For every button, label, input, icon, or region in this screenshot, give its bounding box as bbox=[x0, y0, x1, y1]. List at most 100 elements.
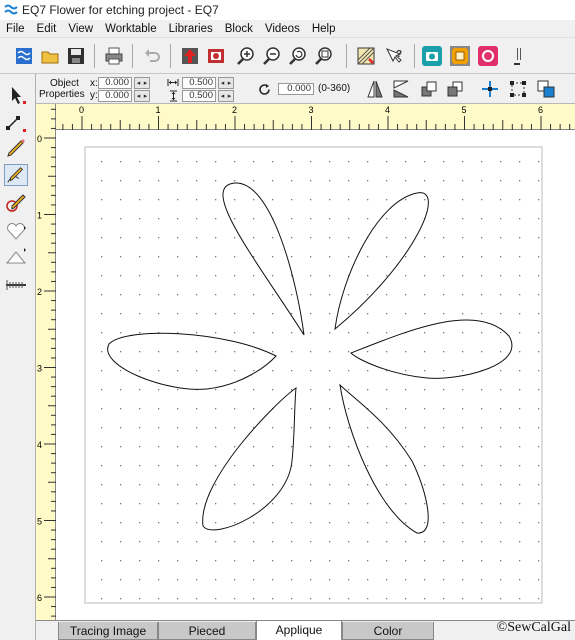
menu-videos[interactable]: Videos bbox=[259, 23, 306, 35]
clone-icon[interactable] bbox=[536, 79, 556, 99]
height-field[interactable]: 0.500 bbox=[182, 90, 216, 102]
height-spinner[interactable]: ◂ ▸ bbox=[218, 90, 234, 102]
grid-dot bbox=[367, 598, 369, 600]
heart-shape-icon[interactable] bbox=[4, 220, 28, 242]
save-icon[interactable] bbox=[66, 46, 86, 66]
grid-dot bbox=[177, 408, 179, 410]
grid-dot bbox=[196, 275, 198, 277]
polygon-shape-icon[interactable] bbox=[4, 246, 28, 268]
undo-icon[interactable] bbox=[142, 46, 162, 66]
camera-icon[interactable] bbox=[422, 46, 442, 66]
grid-dot bbox=[386, 541, 388, 543]
horizontal-ruler[interactable]: 0 1 2 3 4 5 6 bbox=[56, 104, 575, 130]
grid-dot bbox=[367, 275, 369, 277]
grid-dot bbox=[443, 351, 445, 353]
width-field[interactable]: 0.500 bbox=[182, 77, 216, 89]
svg-text:?: ? bbox=[396, 49, 402, 60]
edit-pencil-icon[interactable] bbox=[4, 192, 28, 214]
grid-dot bbox=[272, 427, 274, 429]
grid-dot bbox=[291, 370, 293, 372]
send-to-back-icon[interactable] bbox=[420, 79, 438, 99]
flip-horizontal-icon[interactable] bbox=[366, 79, 384, 99]
flower-applique[interactable] bbox=[107, 182, 513, 534]
freehand-pencil-icon[interactable] bbox=[4, 138, 28, 160]
grid-dot bbox=[272, 446, 274, 448]
grid-dot bbox=[139, 351, 141, 353]
grid-dot bbox=[500, 541, 502, 543]
grid-dot bbox=[253, 484, 255, 486]
grid-dot bbox=[253, 275, 255, 277]
rotation-field[interactable]: 0.000 bbox=[278, 83, 314, 95]
fit-to-worktable-icon[interactable] bbox=[314, 46, 334, 66]
grid-dot bbox=[519, 579, 521, 581]
print-icon[interactable] bbox=[104, 46, 124, 66]
width-spinner[interactable]: ◂ ▸ bbox=[218, 77, 234, 89]
grid-dot bbox=[158, 598, 160, 600]
rotate-icon bbox=[259, 84, 270, 95]
grid-dot bbox=[405, 370, 407, 372]
more-icon[interactable] bbox=[508, 46, 528, 66]
add-node-icon[interactable] bbox=[480, 79, 500, 99]
new-sketch-icon[interactable] bbox=[14, 46, 34, 66]
y-spinner[interactable]: ◂ ▸ bbox=[134, 90, 150, 102]
rotation-range-label: (0-360) bbox=[318, 83, 351, 94]
y-field[interactable]: 0.000 bbox=[98, 90, 132, 102]
grid-dot bbox=[405, 427, 407, 429]
pick-tool-icon[interactable] bbox=[4, 84, 28, 106]
grid-dot bbox=[386, 237, 388, 239]
grid-dot bbox=[177, 465, 179, 467]
zoom-out-icon[interactable] bbox=[262, 46, 282, 66]
grid-dot bbox=[215, 579, 217, 581]
refresh-zoom-icon[interactable] bbox=[288, 46, 308, 66]
shape-tool-icon[interactable] bbox=[4, 112, 28, 134]
grid-dot bbox=[367, 541, 369, 543]
grid-dot bbox=[120, 389, 122, 391]
block-worktable[interactable] bbox=[57, 131, 575, 620]
grid-dot bbox=[424, 161, 426, 163]
menu-worktable[interactable]: Worktable bbox=[99, 23, 163, 35]
bezier-pencil-icon[interactable] bbox=[4, 164, 28, 186]
grid-dot bbox=[443, 427, 445, 429]
line-width-slider-icon[interactable] bbox=[4, 274, 28, 296]
bring-to-front-icon[interactable] bbox=[446, 79, 464, 99]
pieced-layer-icon[interactable] bbox=[478, 46, 498, 66]
tab-applique[interactable]: Applique bbox=[256, 621, 342, 640]
grid-dot bbox=[177, 294, 179, 296]
grid-dot bbox=[367, 218, 369, 220]
resize-handles-icon[interactable] bbox=[508, 79, 528, 99]
tab-color[interactable]: Color bbox=[342, 622, 434, 640]
grid-dot bbox=[158, 503, 160, 505]
x-field[interactable]: 0.000 bbox=[98, 77, 132, 89]
help-icon[interactable]: ? bbox=[384, 46, 404, 66]
grid-dot bbox=[443, 370, 445, 372]
grid-dot bbox=[538, 275, 540, 277]
menu-help[interactable]: Help bbox=[306, 23, 342, 35]
grid-dot bbox=[291, 503, 293, 505]
grid-dot bbox=[158, 560, 160, 562]
x-spinner[interactable]: ◂ ▸ bbox=[134, 77, 150, 89]
grid-dot bbox=[196, 313, 198, 315]
open-icon[interactable] bbox=[40, 46, 60, 66]
grid-dot bbox=[329, 465, 331, 467]
block-worktable-icon[interactable] bbox=[356, 46, 376, 66]
grid-dot bbox=[120, 446, 122, 448]
grid-dot bbox=[215, 598, 217, 600]
tab-tracing-image[interactable]: Tracing Image bbox=[58, 622, 158, 640]
vertical-ruler[interactable]: 0 1 2 3 4 5 6 bbox=[36, 104, 56, 620]
block-drawing-area[interactable] bbox=[57, 131, 575, 620]
view-sketchbook-icon[interactable] bbox=[206, 46, 226, 66]
tab-pieced[interactable]: Pieced bbox=[158, 622, 256, 640]
zoom-in-icon[interactable] bbox=[236, 46, 256, 66]
flip-vertical-icon[interactable] bbox=[392, 79, 410, 99]
add-to-sketchbook-icon[interactable] bbox=[180, 46, 200, 66]
grid-dot bbox=[348, 313, 350, 315]
grid-dot bbox=[310, 427, 312, 429]
menu-file[interactable]: File bbox=[0, 23, 31, 35]
applique-layer-icon[interactable] bbox=[450, 46, 470, 66]
menu-block[interactable]: Block bbox=[219, 23, 259, 35]
menu-edit[interactable]: Edit bbox=[31, 23, 63, 35]
grid-dot bbox=[139, 408, 141, 410]
menu-view[interactable]: View bbox=[62, 23, 99, 35]
grid-dot bbox=[405, 313, 407, 315]
menu-libraries[interactable]: Libraries bbox=[163, 23, 219, 35]
